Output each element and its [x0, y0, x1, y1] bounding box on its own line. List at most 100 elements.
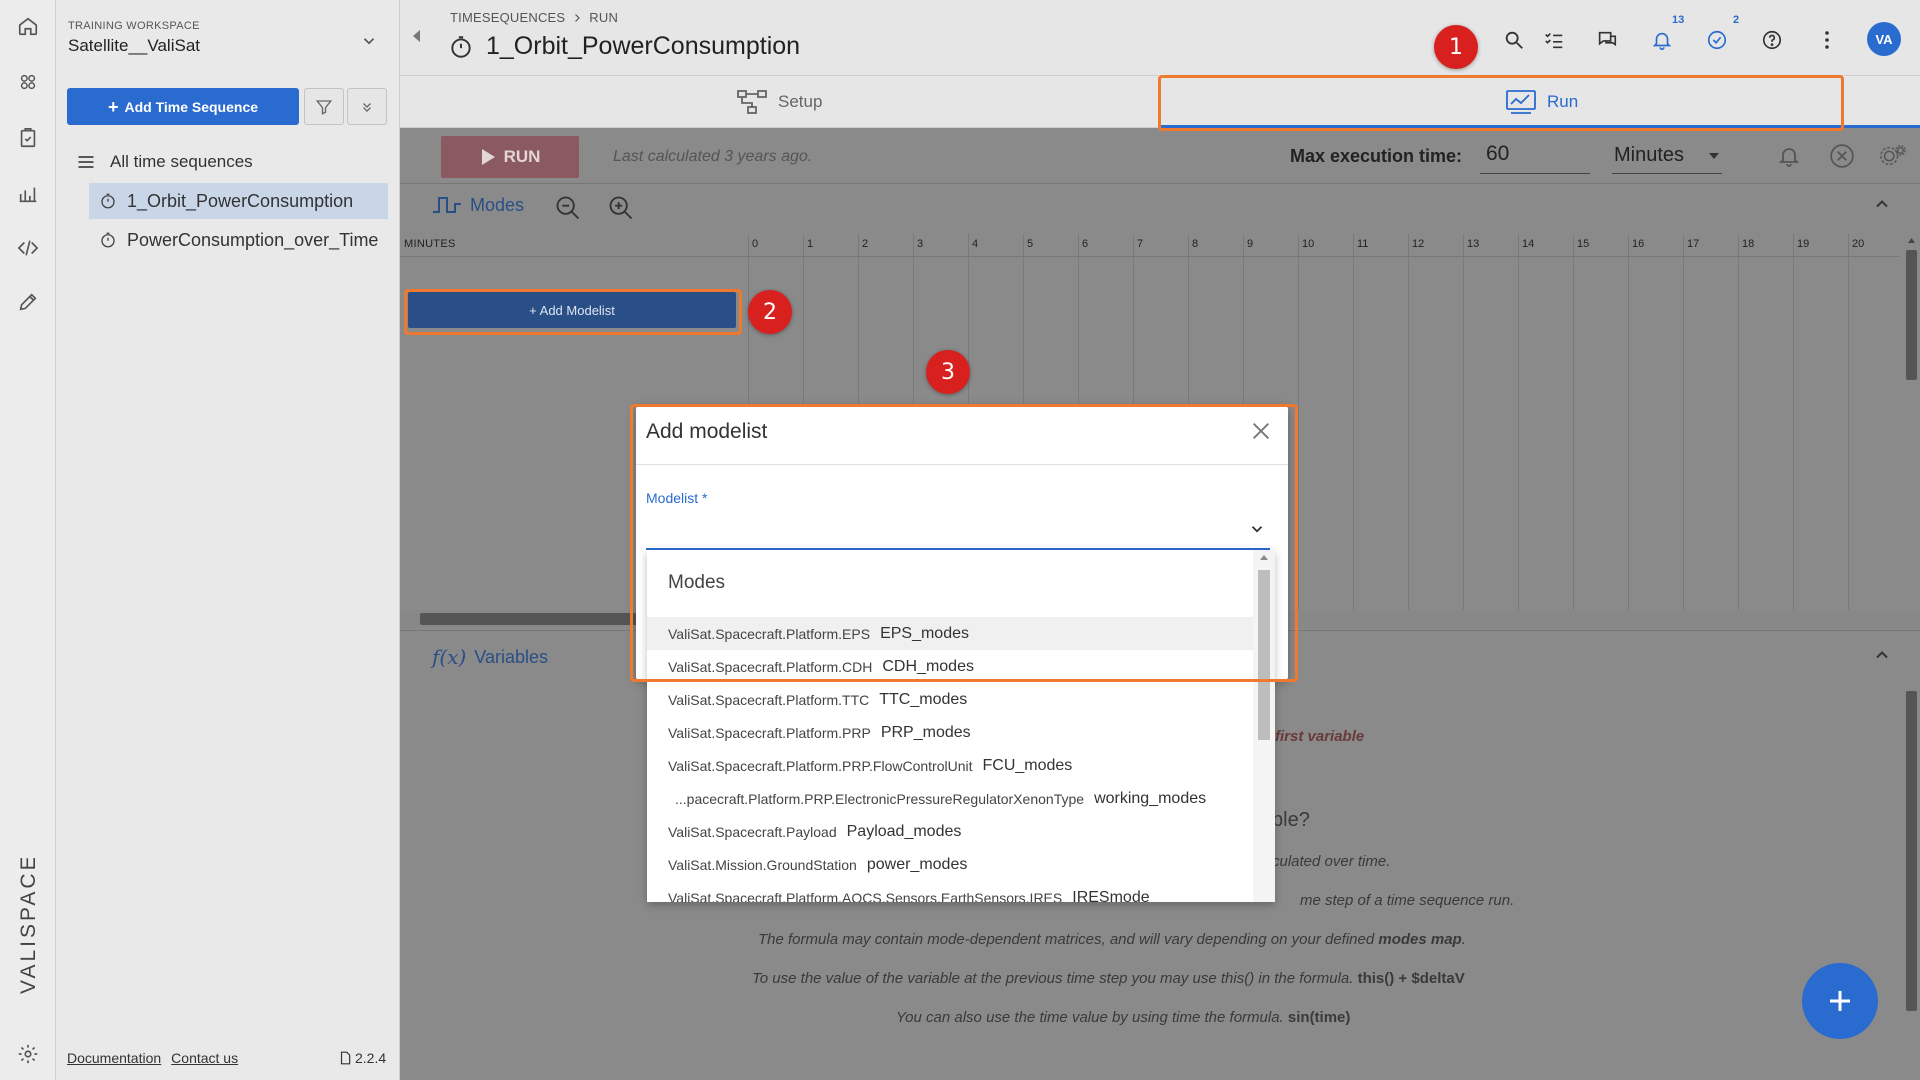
variables-vertical-scrollbar[interactable] [1903, 681, 1920, 1041]
collapse-sidebar-icon[interactable] [410, 28, 422, 44]
timeline-gridline [1848, 234, 1849, 610]
run-settings-icon[interactable] [1878, 142, 1906, 170]
page-title-row: 1_Orbit_PowerConsumption [448, 32, 800, 61]
first-variable-link[interactable]: first variable [1275, 728, 1364, 745]
option-name: Payload_modes [846, 822, 962, 840]
more-vertical-icon[interactable] [1813, 26, 1841, 54]
zoom-out-icon[interactable] [552, 192, 584, 224]
timeline-tick-label: 1 [807, 238, 814, 250]
variables-hint: me step of a time sequence run. [1300, 892, 1515, 909]
sequence-item-label: 1_Orbit_PowerConsumption [127, 190, 354, 211]
dropdown-option[interactable]: ValiSat.Spacecraft.Payload Payload_modes [647, 815, 1253, 848]
zoom-in-icon[interactable] [605, 192, 637, 224]
stopwatch-icon [101, 232, 115, 248]
function-icon: f(x) [432, 645, 467, 669]
variables-hint: culated over time. [1272, 853, 1391, 870]
notifications-bell-icon[interactable] [1648, 26, 1676, 54]
plus-icon [1830, 991, 1850, 1011]
checklist-icon[interactable] [1540, 26, 1568, 54]
collapse-modes-icon[interactable] [1872, 194, 1892, 214]
highlight-dialog [630, 404, 1298, 682]
expand-options-button[interactable] [347, 88, 387, 125]
dropdown-option[interactable]: ...pacecraft.Platform.PRP.ElectronicPres… [647, 782, 1253, 815]
timeline-tick-label: 16 [1632, 238, 1645, 250]
breadcrumb-item[interactable]: TIMESEQUENCES [450, 10, 565, 25]
timeline-vertical-scrollbar[interactable] [1903, 234, 1920, 610]
dropdown-option[interactable]: ValiSat.Spacecraft.Platform.PRP.FlowCont… [647, 749, 1253, 782]
option-name: FCU_modes [982, 756, 1073, 774]
option-path: ValiSat.Spacecraft.Platform.PRP [668, 724, 871, 741]
sequence-item-orbit-power[interactable]: 1_Orbit_PowerConsumption [89, 183, 388, 219]
tasks-check-icon[interactable] [1703, 26, 1731, 54]
modes-label: Modes [470, 194, 525, 215]
modes-toggle[interactable]: Modes [432, 194, 524, 216]
sequence-item-power-over-time[interactable]: PowerConsumption_over_Time [89, 222, 388, 258]
page-title: 1_Orbit_PowerConsumption [486, 32, 801, 60]
run-button-label: RUN [503, 147, 541, 166]
option-name: power_modes [866, 855, 968, 873]
home-icon[interactable] [14, 12, 42, 40]
option-name: working_modes [1094, 789, 1207, 807]
dropdown-option[interactable]: ValiSat.Spacecraft.Platform.TTC TTC_modes [647, 683, 1253, 716]
timeline-tick-label: 8 [1192, 238, 1199, 250]
collapse-variables-icon[interactable] [1872, 645, 1892, 665]
timeline-tick-label: 6 [1082, 238, 1089, 250]
scroll-thumb[interactable] [1906, 250, 1917, 380]
timeline-gridline [1298, 234, 1299, 610]
scripting-icon[interactable] [14, 234, 42, 262]
analysis-icon[interactable] [14, 180, 42, 208]
valispace-logo: VALISPACE [8, 858, 48, 998]
option-name: IRESmode [1072, 888, 1150, 903]
add-variable-fab[interactable] [1802, 963, 1878, 1039]
requirements-icon[interactable] [14, 124, 42, 152]
timeline-tick-label: 11 [1357, 238, 1369, 250]
variables-question: ble? [1272, 809, 1310, 831]
svg-text:VALISPACE: VALISPACE [17, 858, 40, 994]
scroll-up-arrow-icon [1908, 238, 1915, 243]
step-marker: 3 [926, 350, 970, 394]
timeline-gridline [1573, 234, 1574, 610]
last-calculated-text: Last calculated 3 years ago. [613, 148, 813, 165]
search-icon[interactable] [1500, 26, 1528, 54]
breadcrumb-item[interactable]: RUN [589, 10, 618, 25]
option-name: PRP_modes [880, 723, 971, 741]
dropdown-option[interactable]: ValiSat.Spacecraft.Platform.AOCS.Sensors… [647, 881, 1253, 903]
variables-toggle[interactable]: f(x) Variables [432, 645, 548, 669]
sidebar: TRAINING WORKSPACE Satellite__ValiSat + … [56, 0, 400, 1080]
run-toolbar: RUN Last calculated 3 years ago. Max exe… [400, 128, 1920, 184]
option-path: ValiSat.Spacecraft.Platform.AOCS.Sensors… [668, 889, 1063, 903]
timeline-gridline [1408, 234, 1409, 610]
settings-gear-icon[interactable] [14, 1040, 42, 1068]
dropdown-option[interactable]: ValiSat.Mission.GroundStation power_modes [647, 848, 1253, 881]
timeline-tick-label: 10 [1302, 238, 1315, 250]
timeline-tick-label: 14 [1522, 238, 1535, 250]
chevron-down-icon[interactable] [360, 32, 378, 50]
timeline-tick-label: 15 [1577, 238, 1590, 250]
max-execution-input[interactable]: 60 [1480, 138, 1590, 174]
time-unit-select[interactable]: Minutes [1612, 138, 1722, 174]
variables-hint: The formula may contain mode-dependent m… [758, 931, 1466, 948]
dropdown-option[interactable]: ValiSat.Spacecraft.Platform.PRP PRP_modes [647, 716, 1253, 749]
filter-button[interactable] [304, 88, 344, 125]
tools-icon[interactable] [14, 288, 42, 316]
scroll-thumb[interactable] [1906, 691, 1917, 1011]
workspace-name[interactable]: Satellite__ValiSat [68, 36, 200, 56]
components-icon[interactable] [14, 68, 42, 96]
timeline-tick-label: 2 [862, 238, 869, 250]
run-button[interactable]: RUN [441, 136, 579, 178]
tab-setup[interactable]: Setup [736, 76, 822, 128]
timeline-gridline [1793, 234, 1794, 610]
chat-icon[interactable] [1593, 26, 1621, 54]
timeline-tick-label: 7 [1137, 238, 1144, 250]
all-time-sequences[interactable]: All time sequences [76, 150, 253, 174]
help-icon[interactable] [1758, 26, 1786, 54]
user-avatar[interactable]: VA [1867, 22, 1901, 56]
contact-link[interactable]: Contact us [171, 1050, 238, 1066]
highlight-run-tab [1158, 75, 1844, 131]
alert-bell-icon[interactable] [1775, 142, 1803, 170]
cancel-circle-icon[interactable] [1828, 142, 1856, 170]
add-time-sequence-button[interactable]: + Add Time Sequence [67, 88, 299, 125]
documentation-link[interactable]: Documentation [67, 1050, 161, 1066]
breadcrumb: TIMESEQUENCES RUN [450, 10, 618, 25]
tasks-badge: 2 [1733, 14, 1740, 26]
